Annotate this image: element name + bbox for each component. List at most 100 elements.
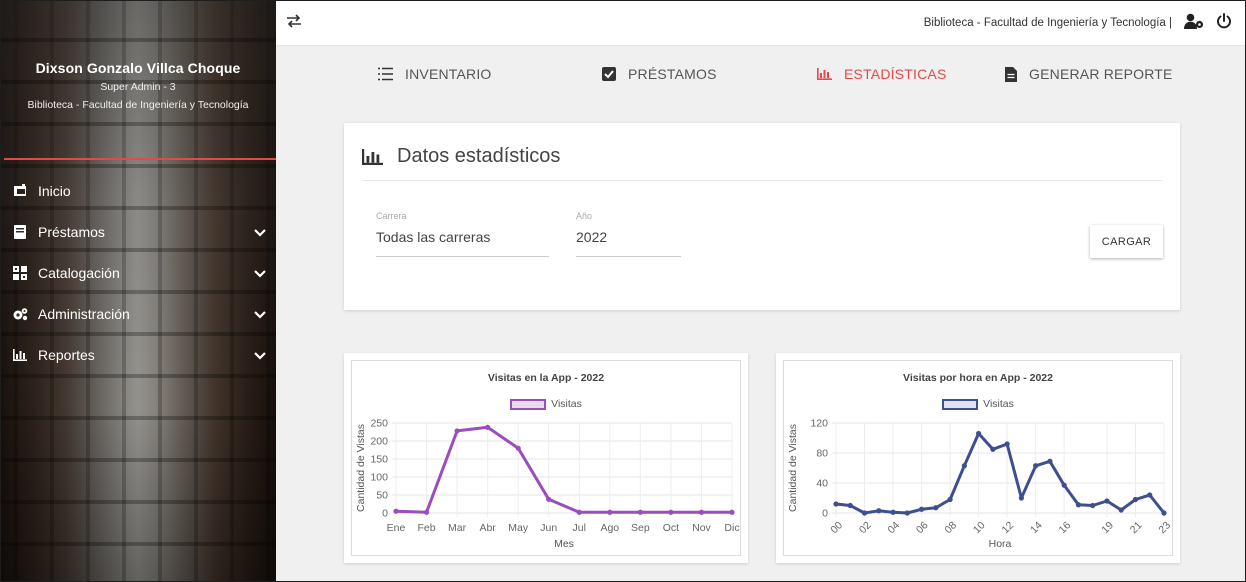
topbar-org-label: Biblioteca - Facultad de Ingeniería y Te… xyxy=(923,16,1172,29)
data-point xyxy=(1075,502,1082,508)
x-tick-label: 08 xyxy=(942,519,959,536)
sidebar-item-reportes[interactable]: Reportes xyxy=(0,334,276,375)
sidebar-divider xyxy=(4,158,276,160)
data-point xyxy=(729,509,735,515)
data-point xyxy=(668,509,674,515)
chevron-down-icon[interactable] xyxy=(254,224,266,240)
tab-bar: INVENTARIO PRÉSTAMOS ESTADÍSTICAS GENERA… xyxy=(276,46,1246,104)
power-icon[interactable] xyxy=(1216,13,1232,32)
chevron-down-icon[interactable] xyxy=(254,306,266,322)
data-point xyxy=(833,501,839,507)
y-tick-label: 100 xyxy=(370,472,388,484)
data-point xyxy=(1147,492,1153,498)
data-point xyxy=(890,509,896,515)
career-select[interactable]: Carrera Todas las carreras xyxy=(376,211,549,257)
bar-chart-icon xyxy=(817,68,832,80)
grid-icon xyxy=(12,265,28,281)
series-line xyxy=(395,425,732,514)
x-tick-label: Ago xyxy=(600,522,619,534)
year-input[interactable]: Año 2022 xyxy=(576,211,681,257)
list-icon xyxy=(377,67,393,81)
x-tick-label: 12 xyxy=(999,519,1016,536)
x-tick-label: 23 xyxy=(1156,519,1173,536)
sidebar-item-administracion[interactable]: Administración xyxy=(0,293,276,334)
data-point xyxy=(1090,502,1096,509)
data-point xyxy=(918,506,925,512)
tab-label: INVENTARIO xyxy=(405,66,492,82)
data-point xyxy=(393,508,399,514)
bar-chart-icon xyxy=(362,148,383,165)
data-point xyxy=(933,505,939,511)
y-axis-title: Cantidad de Vistas xyxy=(355,424,367,512)
cogs-icon xyxy=(12,306,28,322)
toggle-sidebar-icon[interactable] xyxy=(286,14,302,33)
data-point xyxy=(1061,482,1067,488)
year-value: 2022 xyxy=(576,229,608,245)
tab-inventario[interactable]: INVENTARIO xyxy=(377,66,492,82)
chevron-down-icon[interactable] xyxy=(254,265,266,281)
x-tick-label: 00 xyxy=(828,519,845,536)
x-tick-label: 16 xyxy=(1057,519,1074,536)
tab-label: GENERAR REPORTE xyxy=(1029,66,1173,82)
hourly-visits-card: Visitas por hora en App - 2022 Visitas 0… xyxy=(776,353,1180,563)
x-tick-label: Jul xyxy=(573,522,586,534)
data-point xyxy=(485,424,491,430)
tab-prestamos[interactable]: PRÉSTAMOS xyxy=(602,66,717,82)
sidebar-item-prestamos[interactable]: Préstamos xyxy=(0,211,276,252)
tablet-icon xyxy=(12,183,28,199)
data-point xyxy=(546,496,552,502)
user-role: Super Admin - 3 xyxy=(100,81,176,93)
sidebar-nav: Inicio Préstamos Catalogación Administra… xyxy=(0,170,276,375)
sidebar-item-catalogacion[interactable]: Catalogación xyxy=(0,252,276,293)
tab-generar-reporte[interactable]: GENERAR REPORTE xyxy=(1005,66,1173,82)
y-tick-label: 200 xyxy=(370,436,388,448)
load-button[interactable]: CARGAR xyxy=(1090,225,1163,258)
x-tick-label: Jun xyxy=(540,522,557,534)
data-point xyxy=(515,445,521,451)
chart-panel: Visitas en la App - 2022 Visitas 0 50 100 1… xyxy=(351,360,741,556)
y-tick-label: 120 xyxy=(810,418,828,430)
field-underline xyxy=(576,256,681,257)
tab-estadisticas[interactable]: ESTADÍSTICAS xyxy=(817,66,947,82)
x-tick-label: 02 xyxy=(857,519,874,536)
x-tick-label: Dic xyxy=(724,522,739,534)
chevron-down-icon[interactable] xyxy=(254,347,266,363)
data-point xyxy=(976,430,982,437)
data-point xyxy=(1161,510,1167,516)
sidebar-item-label: Inicio xyxy=(38,182,71,199)
x-tick-label: 06 xyxy=(914,519,931,536)
field-underline xyxy=(376,256,549,257)
sidebar-item-label: Préstamos xyxy=(38,223,105,240)
x-axis-title: Mes xyxy=(554,538,574,550)
y-tick-label: 250 xyxy=(370,418,388,430)
y-tick-label: 0 xyxy=(382,508,388,520)
data-point xyxy=(423,509,430,515)
sidebar-item-inicio[interactable]: Inicio xyxy=(0,170,276,211)
tab-label: ESTADÍSTICAS xyxy=(844,66,947,82)
series-line xyxy=(835,432,1166,515)
data-point xyxy=(576,509,582,515)
data-point xyxy=(990,446,996,452)
data-point xyxy=(637,509,643,515)
x-tick-label: May xyxy=(508,522,529,534)
data-point xyxy=(1033,463,1039,469)
hourly-visits-chart: 0 40 80 120 00 02 04 06 08 10 12 14 16 19 21 23 Hora Cant… xyxy=(787,418,1173,551)
y-tick-label: 150 xyxy=(370,454,388,466)
y-tick-label: 80 xyxy=(816,448,828,460)
y-axis-title: Cantidad de Vistas xyxy=(787,424,799,512)
data-point xyxy=(904,510,910,516)
file-icon xyxy=(1005,66,1017,82)
y-tick-label: 40 xyxy=(816,478,828,490)
x-tick-label: 04 xyxy=(885,519,902,536)
x-tick-label: Mar xyxy=(448,522,467,534)
user-name: Dixson Gonzalo Villca Choque xyxy=(35,60,241,76)
x-tick-label: Nov xyxy=(692,522,711,534)
x-tick-label: 19 xyxy=(1099,519,1116,536)
sidebar-item-label: Reportes xyxy=(38,346,95,363)
y-tick-label: 0 xyxy=(822,508,828,520)
data-point xyxy=(861,510,868,516)
user-settings-icon[interactable] xyxy=(1184,13,1204,32)
data-point xyxy=(454,428,460,434)
x-axis-title: Hora xyxy=(989,538,1012,550)
user-profile: Dixson Gonzalo Villca Choque Super Admin… xyxy=(0,60,276,111)
